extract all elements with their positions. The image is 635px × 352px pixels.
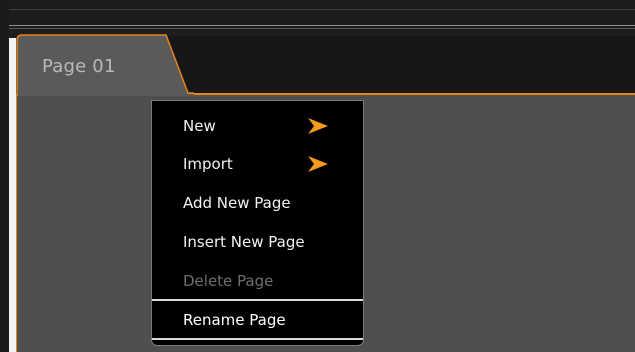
menu-item-new[interactable]: New — [152, 107, 363, 145]
submenu-arrow-icon — [308, 118, 328, 134]
menu-item-label: Delete Page — [183, 272, 274, 290]
menu-item-delete-page: Delete Page — [152, 262, 363, 300]
menu-item-rename-page[interactable]: Rename Page — [152, 301, 363, 339]
tab-label: Page 01 — [42, 56, 116, 77]
top-toolbar-strip — [0, 0, 635, 38]
menu-item-label: Add New Page — [183, 194, 291, 212]
menu-item-add-new-page[interactable]: Add New Page — [152, 184, 363, 222]
tab-page-01[interactable]: Page 01 — [16, 34, 194, 96]
top-rule — [0, 28, 635, 29]
submenu-arrow-icon — [308, 156, 328, 172]
top-rule — [0, 25, 635, 26]
context-menu: New Import Add New Page Insert New Page … — [151, 100, 364, 346]
menu-item-label: Insert New Page — [183, 233, 305, 251]
top-rule — [0, 9, 635, 10]
menu-separator — [152, 338, 363, 340]
menu-item-label: Rename Page — [183, 311, 286, 329]
menu-item-insert-new-page[interactable]: Insert New Page — [152, 223, 363, 261]
left-edge-strip — [0, 0, 9, 352]
menu-item-label: New — [183, 117, 216, 135]
menu-item-label: Import — [183, 155, 233, 173]
menu-item-import[interactable]: Import — [152, 145, 363, 183]
tab-strip-accent-line — [180, 93, 635, 95]
app-window: Page 01 New Import Add New Page Insert N… — [0, 0, 635, 352]
